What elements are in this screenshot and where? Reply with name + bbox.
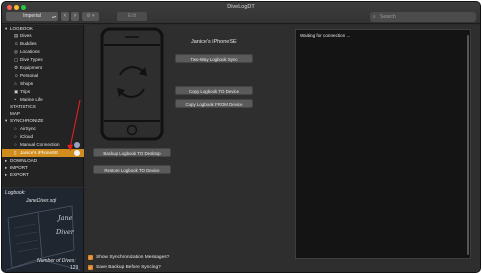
annotation-arrow — [67, 99, 81, 151]
backup-to-desktop-button[interactable]: Backup Logbook TO Desktop — [93, 148, 171, 157]
app-window: DiveLogDT Imperial ▴▾ ‹ › ⚙ ▾ Edit ⌕ Sea… — [1, 1, 481, 273]
copy-from-device-button[interactable]: Copy Logbook FROM Device — [175, 99, 253, 108]
units-select[interactable]: Imperial ▴▾ — [6, 12, 58, 21]
cover-title-line2: Diver — [56, 228, 74, 236]
gear-icon: ⚙ ▾ — [86, 13, 95, 19]
logbook-info-panel: Logbook: JaneDiver.sql Jane Diver Number… — [2, 188, 84, 272]
search-icon: ⌕ — [373, 14, 376, 20]
dives-count-label: Number of Dives: — [37, 258, 76, 264]
forward-button[interactable]: › — [71, 12, 79, 21]
dives-count-value: 129 — [70, 265, 79, 271]
save-backup-checkbox[interactable]: ✓ — [88, 265, 93, 270]
log-scrollbar[interactable] — [467, 35, 469, 255]
device-name: Janice's iPhoneSE — [191, 39, 237, 45]
copy-to-device-button[interactable]: Copy Logbook TO Device — [175, 86, 253, 95]
phone-sync-icon — [100, 27, 164, 141]
main-panel: Janice's iPhoneSE Two-Way Logbook Sync C… — [85, 25, 480, 272]
logbook-file-name: JaneDiver.sql — [26, 198, 57, 204]
title-toolbar: DiveLogDT Imperial ▴▾ ‹ › ⚙ ▾ Edit ⌕ Sea… — [2, 2, 480, 24]
show-messages-label: Show Synchronization Messages? — [96, 255, 170, 260]
window-title: DiveLogDT — [227, 4, 255, 10]
sync-log-area[interactable]: Waiting for connection ... — [295, 29, 471, 259]
edit-button[interactable]: Edit — [117, 12, 147, 21]
search-placeholder: Search — [380, 14, 396, 20]
two-way-sync-button[interactable]: Two-Way Logbook Sync — [175, 54, 253, 63]
search-input[interactable]: ⌕ Search — [370, 12, 476, 22]
action-menu-button[interactable]: ⚙ ▾ — [82, 12, 99, 21]
logbook-label: Logbook: — [5, 190, 26, 196]
back-button[interactable]: ‹ — [61, 12, 69, 21]
cover-title-line1: Jane — [58, 214, 73, 222]
save-backup-label: Save Backup Before Syncing? — [96, 265, 161, 270]
show-messages-checkbox[interactable]: ✓ — [88, 255, 93, 260]
chevron-left-icon: ‹ — [64, 13, 66, 19]
select-arrows-icon: ▴▾ — [51, 14, 56, 19]
chevron-right-icon: › — [74, 13, 76, 19]
sidebar: ▾ LOGBOOK ▤ Dives ☺ Buddies ◎ Locations … — [2, 25, 84, 187]
units-select-value: Imperial — [23, 13, 41, 19]
restore-to-device-button[interactable]: Restore Logbook TO Device — [93, 165, 171, 174]
sync-log-text: Waiting for connection ... — [300, 33, 351, 38]
